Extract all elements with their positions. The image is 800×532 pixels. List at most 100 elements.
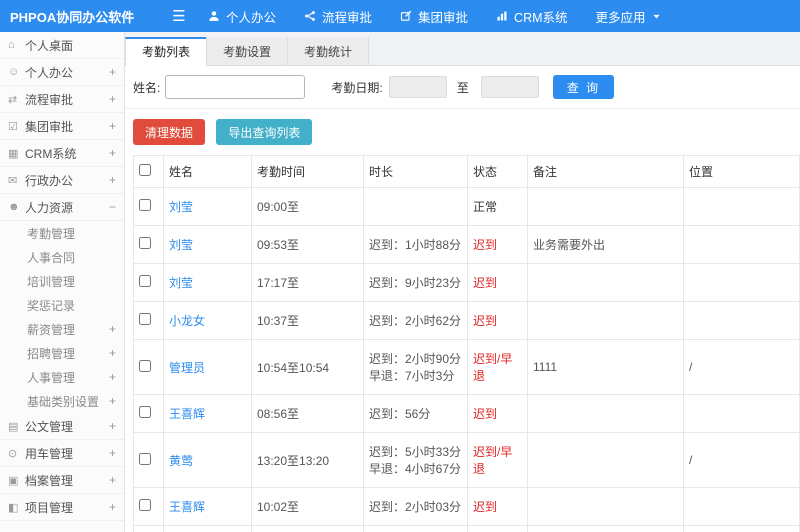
table-header-row: 姓名 考勤时间 时长 状态 备注 位置 xyxy=(133,155,800,188)
sidebar-item-training-management[interactable]: 培训管理 xyxy=(0,269,124,293)
sidebar-item-label: 招聘管理 xyxy=(27,346,76,361)
sidebar-item-label: 考勤管理 xyxy=(27,226,76,241)
status-cell: 迟到 xyxy=(467,225,528,264)
table-row: 管理员 10:54至10:54 迟到：2小时90分 早退：7小时3分 迟到/早退 1111… xyxy=(133,339,800,395)
sidebar-item-label: 项目管理 xyxy=(25,500,74,515)
sidebar-item-crm-system[interactable]: ▦ CRM系统 + xyxy=(0,140,124,167)
export-list-button[interactable]: 导出查询列表 xyxy=(216,119,313,145)
sidebar-item-personal-office[interactable]: ☺ 个人办公 + xyxy=(0,59,124,86)
sidebar-item-human-resources[interactable]: ☻ 人力资源 − xyxy=(0,194,124,221)
row-checkbox[interactable] xyxy=(139,275,151,287)
remark-cell xyxy=(527,263,684,302)
expander-icon[interactable]: + xyxy=(107,322,116,336)
nav-item-personal-office[interactable]: 个人办公 xyxy=(208,7,276,26)
expander-icon[interactable]: + xyxy=(107,500,116,514)
sidebar-item-admin-office[interactable]: ✉ 行政办公 + xyxy=(0,167,124,194)
expander-icon[interactable]: + xyxy=(107,370,116,384)
expander-icon[interactable]: + xyxy=(107,65,116,79)
select-all-cell xyxy=(133,155,164,188)
row-checkbox[interactable] xyxy=(139,452,151,465)
tab-bar: 考勤列表 考勤设置 考勤统计 xyxy=(125,36,800,66)
status-cell: 迟到 xyxy=(467,301,528,340)
nav-item-more-apps[interactable]: 更多应用 xyxy=(596,7,661,26)
remark-cell xyxy=(527,487,684,526)
sidebar-item-archive-management[interactable]: ▣ 档案管理 + xyxy=(0,467,124,494)
nav-item-group-approval[interactable]: 集团审批 xyxy=(400,7,468,26)
employee-name-link[interactable]: 王喜辉 xyxy=(169,500,205,514)
row-checkbox[interactable] xyxy=(139,499,151,511)
search-button[interactable]: 查 询 xyxy=(552,75,615,99)
expander-icon[interactable]: + xyxy=(107,473,116,487)
hamburger-icon[interactable]: ☰ xyxy=(166,7,192,25)
sidebar-item-label: 流程审批 xyxy=(25,92,74,107)
row-checkbox[interactable] xyxy=(139,199,151,211)
name-cell: 刘莹 xyxy=(163,225,252,264)
expander-icon[interactable]: + xyxy=(107,446,116,460)
table-row: 刘莹 09:53至 迟到：1小时88分 迟到 业务需要外出 xyxy=(133,225,800,264)
expander-icon[interactable]: + xyxy=(107,394,116,408)
row-checkbox[interactable] xyxy=(139,406,151,418)
row-checkbox[interactable] xyxy=(139,313,151,325)
sidebar-item-personnel-contract[interactable]: 人事合同 xyxy=(0,245,124,269)
table-row: 刘莹 09:00至 正常 xyxy=(133,187,800,226)
employee-name-link[interactable]: 刘莹 xyxy=(169,276,193,290)
top-header: PHPOA协同办公软件 ☰ 个人办公 流程审批 集团审批 CRM系统 更多应用 xyxy=(0,0,800,32)
row-checkbox[interactable] xyxy=(139,237,151,249)
expander-icon[interactable]: + xyxy=(107,346,116,360)
tab-attendance-settings[interactable]: 考勤设置 xyxy=(206,37,289,65)
nav-item-workflow-approval[interactable]: 流程审批 xyxy=(304,7,372,26)
sidebar-item-workflow-approval[interactable]: ⇄ 流程审批 + xyxy=(0,86,124,113)
expander-icon[interactable]: + xyxy=(107,146,116,160)
sidebar-item-reward-punishment[interactable]: 奖惩记录 xyxy=(0,293,124,317)
expander-icon[interactable]: + xyxy=(107,92,116,106)
sidebar-item-recruitment-management[interactable]: 招聘管理 + xyxy=(0,341,124,365)
name-cell: 王喜辉 xyxy=(163,487,252,526)
sidebar-item-personnel-management[interactable]: 人事管理 + xyxy=(0,365,124,389)
column-header: 考勤时间 xyxy=(251,155,364,188)
select-all-checkbox[interactable] xyxy=(139,164,151,176)
name-cell: 管理员 xyxy=(163,339,252,395)
status-cell: 正常 xyxy=(467,187,528,226)
sidebar-item-personal-desktop[interactable]: ⌂ 个人桌面 xyxy=(0,32,124,59)
sidebar-item-salary-management[interactable]: 薪资管理 + xyxy=(0,317,124,341)
date-start-input[interactable] xyxy=(388,76,447,98)
status-cell: 迟到/早退 xyxy=(467,432,528,488)
sidebar-item-vehicle-management[interactable]: ⊙ 用车管理 + xyxy=(0,440,124,467)
sidebar-item-group-approval[interactable]: ☑ 集团审批 + xyxy=(0,113,124,140)
sidebar-item-label: 档案管理 xyxy=(25,473,74,488)
employee-name-link[interactable]: 管理员 xyxy=(169,361,205,375)
location-cell xyxy=(683,301,800,340)
nav-item-label: 流程审批 xyxy=(322,10,373,25)
employee-name-link[interactable]: 刘莹 xyxy=(169,238,193,252)
duration-cell: 迟到：56分 xyxy=(363,394,468,433)
employee-name-link[interactable]: 王喜辉 xyxy=(169,407,205,421)
column-header: 位置 xyxy=(683,155,800,188)
sidebar-item-base-category-settings[interactable]: 基础类别设置 + xyxy=(0,389,124,413)
expander-icon[interactable]: − xyxy=(107,200,116,214)
sidebar-item-project-management[interactable]: ◧ 项目管理 + xyxy=(0,494,124,521)
clear-data-button[interactable]: 清理数据 xyxy=(133,119,206,145)
sidebar-item-label: 个人办公 xyxy=(25,65,74,80)
table-row: 黄莺 13:20至13:20 迟到：5小时33分 早退：4小时67分 迟到/早退 / xyxy=(133,432,800,488)
expander-icon[interactable]: + xyxy=(107,173,116,187)
expander-icon[interactable]: + xyxy=(107,419,116,433)
date-end-input[interactable] xyxy=(480,76,539,98)
employee-name-link[interactable]: 黄莺 xyxy=(169,454,193,468)
sidebar-item-attendance-management[interactable]: 考勤管理 xyxy=(0,221,124,245)
location-cell xyxy=(683,225,800,264)
name-input[interactable] xyxy=(165,75,306,99)
employee-name-link[interactable]: 小龙女 xyxy=(169,314,205,328)
expander-icon[interactable]: + xyxy=(107,119,116,133)
tab-attendance-list[interactable]: 考勤列表 xyxy=(125,37,208,66)
remark-cell: 1111 xyxy=(527,339,684,395)
name-cell: 黄莺 xyxy=(163,432,252,488)
sidebar-item-document-management[interactable]: ▤ 公文管理 + xyxy=(0,413,124,440)
sidebar-item-label: 奖惩记录 xyxy=(27,298,76,313)
tab-attendance-stats[interactable]: 考勤统计 xyxy=(287,37,370,65)
employee-name-link[interactable]: 刘莹 xyxy=(169,200,193,214)
nav-item-crm-system[interactable]: CRM系统 xyxy=(496,7,568,26)
chart-icon: ▦ xyxy=(8,147,19,160)
sidebar-item-label: CRM系统 xyxy=(25,146,77,161)
row-checkbox[interactable] xyxy=(139,359,151,372)
project-icon: ◧ xyxy=(8,501,19,514)
